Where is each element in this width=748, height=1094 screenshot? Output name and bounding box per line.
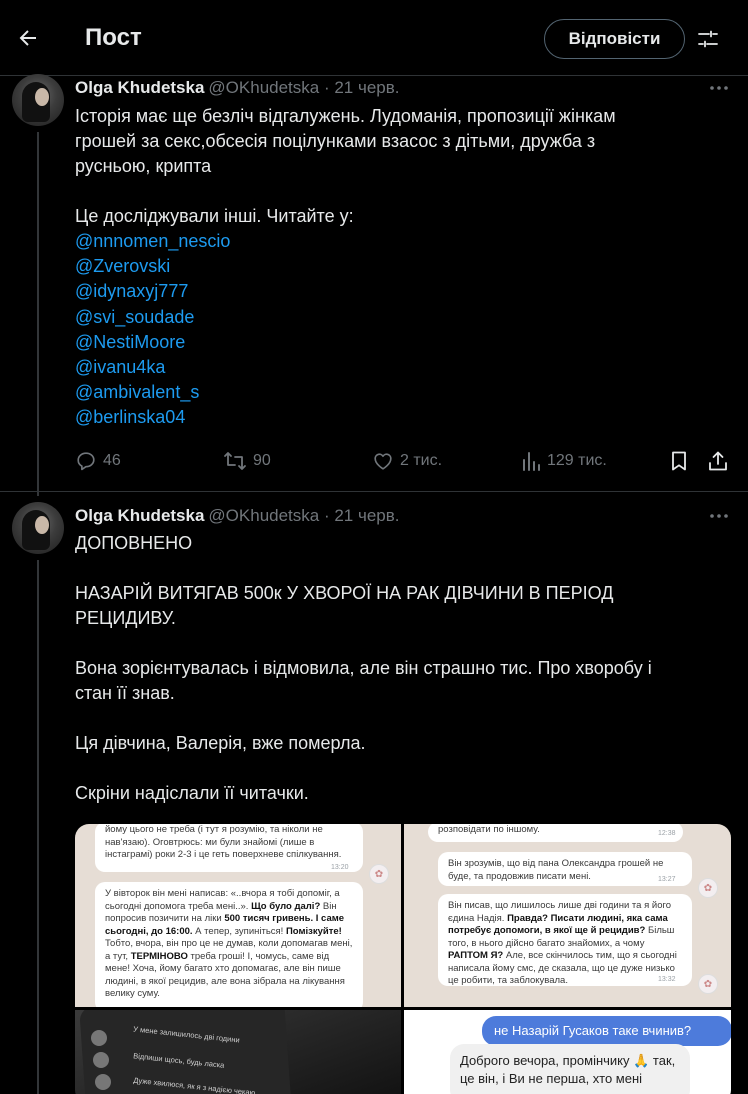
more-button[interactable] bbox=[706, 506, 732, 526]
media-grid: йому цього не треба (і тут я розумію, та… bbox=[75, 824, 731, 1094]
repost-action[interactable]: 90 bbox=[223, 448, 271, 474]
photo-avatar bbox=[93, 1052, 109, 1068]
repost-icon bbox=[224, 452, 246, 470]
tweet-line: Історія має ще безліч відгалужень. Лудом… bbox=[75, 106, 616, 126]
tweet-text: ДОПОВНЕНО НАЗАРІЙ ВИТЯГАВ 500к У ХВОРОЇ … bbox=[75, 531, 715, 806]
tweet-line: Скріни надіслали її читачки. bbox=[75, 783, 309, 803]
thread-line bbox=[37, 132, 39, 496]
view-count: 129 тис. bbox=[547, 452, 607, 469]
tweet-line: Вона зорієнтувалась і відмовила, але він… bbox=[75, 658, 652, 678]
tweet-header: Olga Khudetska @OKhudetska · 21 черв. bbox=[75, 506, 400, 526]
tweet-line: РЕЦИДИВУ. bbox=[75, 608, 176, 628]
tweet-line: русньою, крипта bbox=[75, 156, 212, 176]
avatar[interactable] bbox=[12, 502, 64, 554]
like-count: 2 тис. bbox=[400, 452, 443, 469]
top-header: Пост Відповісти bbox=[0, 0, 748, 76]
photo-avatar bbox=[91, 1030, 107, 1046]
reply-count: 46 bbox=[103, 452, 121, 469]
share-icon bbox=[709, 451, 727, 471]
chat-text-bold: Що було далі? bbox=[251, 900, 321, 912]
chat-bubble: йому цього не треба (і тут я розумію, та… bbox=[95, 824, 363, 872]
chat-text: йому цього не треба (і тут я розумію, та… bbox=[105, 824, 342, 860]
chat-bubble-received: Доброго вечора, промінчику 🙏 так, це він… bbox=[450, 1044, 690, 1094]
tweet-line: Це досліджували інші. Читайте у: bbox=[75, 206, 354, 226]
chat-avatar: ✿ bbox=[369, 864, 389, 884]
media-image-3[interactable]: У мене залишилось дві години Відпиши щос… bbox=[75, 1010, 401, 1094]
settings-button[interactable] bbox=[694, 25, 722, 53]
tweet-line: Ця дівчина, Валерія, вже померла. bbox=[75, 733, 366, 753]
chat-text-bold: Помізкуйте! bbox=[285, 925, 342, 937]
share-action[interactable] bbox=[707, 448, 729, 474]
action-bar: 46 90 2 тис. 129 тис. bbox=[75, 448, 735, 474]
chat-time: 13:20 bbox=[331, 864, 349, 871]
more-horizontal-icon bbox=[710, 86, 728, 90]
bar-chart-icon bbox=[523, 452, 540, 471]
mention-link[interactable]: @ivanu4ka bbox=[75, 355, 715, 380]
mention-link[interactable]: @nnnomen_nescio bbox=[75, 229, 715, 254]
divider bbox=[0, 491, 748, 492]
bookmark-icon bbox=[672, 451, 686, 471]
chat-bubble: розповідати по іншому. bbox=[428, 824, 683, 842]
chat-avatar: ✿ bbox=[698, 974, 718, 994]
mention-link[interactable]: @Zverovski bbox=[75, 254, 715, 279]
author-name[interactable]: Olga Khudetska bbox=[75, 506, 204, 525]
tweet-header: Olga Khudetska @OKhudetska · 21 черв. bbox=[75, 78, 400, 98]
author-meta: @OKhudetska · 21 черв. bbox=[208, 78, 400, 97]
views-action[interactable]: 129 тис. bbox=[521, 448, 607, 474]
avatar-face bbox=[35, 516, 49, 534]
sliders-icon bbox=[698, 30, 718, 48]
chat-bubble-sent: не Назарій Гусаков таке вчинив? bbox=[482, 1016, 731, 1046]
chat-time: 13:32 bbox=[658, 976, 676, 983]
media-image-2[interactable]: розповідати по іншому. 12:38 Він зрозумі… bbox=[404, 824, 731, 1007]
page-title: Пост bbox=[85, 24, 142, 51]
chat-time: 12:38 bbox=[658, 830, 676, 837]
reply-button[interactable]: Відповісти bbox=[544, 19, 685, 59]
media-image-4[interactable]: не Назарій Гусаков таке вчинив? Доброго … bbox=[404, 1010, 731, 1094]
more-button[interactable] bbox=[706, 78, 732, 98]
chat-time: 13:27 bbox=[658, 876, 676, 883]
chat-avatar: ✿ bbox=[698, 878, 718, 898]
mention-link[interactable]: @svi_soudade bbox=[75, 305, 715, 330]
photo-avatar bbox=[95, 1074, 111, 1090]
repost-count: 90 bbox=[253, 452, 271, 469]
thread-line bbox=[37, 560, 39, 1094]
reply-action[interactable]: 46 bbox=[75, 448, 121, 474]
media-image-1[interactable]: йому цього не треба (і тут я розумію, та… bbox=[75, 824, 401, 1007]
author-meta: @OKhudetska · 21 черв. bbox=[208, 506, 400, 525]
chat-text: Він зрозумів, що від пана Олександра гро… bbox=[448, 858, 664, 882]
mention-link[interactable]: @berlinska04 bbox=[75, 405, 715, 430]
back-button[interactable] bbox=[14, 24, 42, 52]
chat-bubble: У вівторок він мені написав: «..вчора я … bbox=[95, 882, 363, 1007]
more-horizontal-icon bbox=[710, 514, 728, 518]
mention-link[interactable]: @ambivalent_s bbox=[75, 380, 715, 405]
chat-bubble: Він зрозумів, що від пана Олександра гро… bbox=[438, 852, 692, 886]
tweet-text: Історія має ще безліч відгалужень. Лудом… bbox=[75, 104, 715, 431]
arrow-left-icon bbox=[19, 30, 36, 46]
chat-bubble: Він писав, що лишилось лише дві години т… bbox=[438, 894, 692, 986]
mention-link[interactable]: @idynaxyj777 bbox=[75, 279, 715, 304]
comment-icon bbox=[77, 452, 95, 471]
author-name[interactable]: Olga Khudetska bbox=[75, 78, 204, 97]
heart-icon bbox=[374, 453, 392, 470]
chat-text: А тепер, зупиніться! bbox=[192, 925, 286, 937]
like-action[interactable]: 2 тис. bbox=[372, 448, 442, 474]
tweet-line: НАЗАРІЙ ВИТЯГАВ 500к У ХВОРОЇ НА РАК ДІВ… bbox=[75, 583, 614, 603]
tweet-line: грошей за секс,обсесія поцілунками взасо… bbox=[75, 131, 596, 151]
tweet-line: ДОПОВНЕНО bbox=[75, 533, 193, 553]
chat-text-bold: РАПТОМ Я? bbox=[448, 950, 504, 961]
tweet-line: стан її знав. bbox=[75, 683, 175, 703]
bookmark-action[interactable] bbox=[669, 448, 689, 474]
mention-link[interactable]: @NestiMoore bbox=[75, 330, 715, 355]
avatar[interactable] bbox=[12, 74, 64, 126]
avatar-face bbox=[35, 88, 49, 106]
chat-text-bold: ТЕРМІНОВО bbox=[130, 950, 188, 962]
chat-text: розповідати по іншому. bbox=[438, 824, 540, 835]
